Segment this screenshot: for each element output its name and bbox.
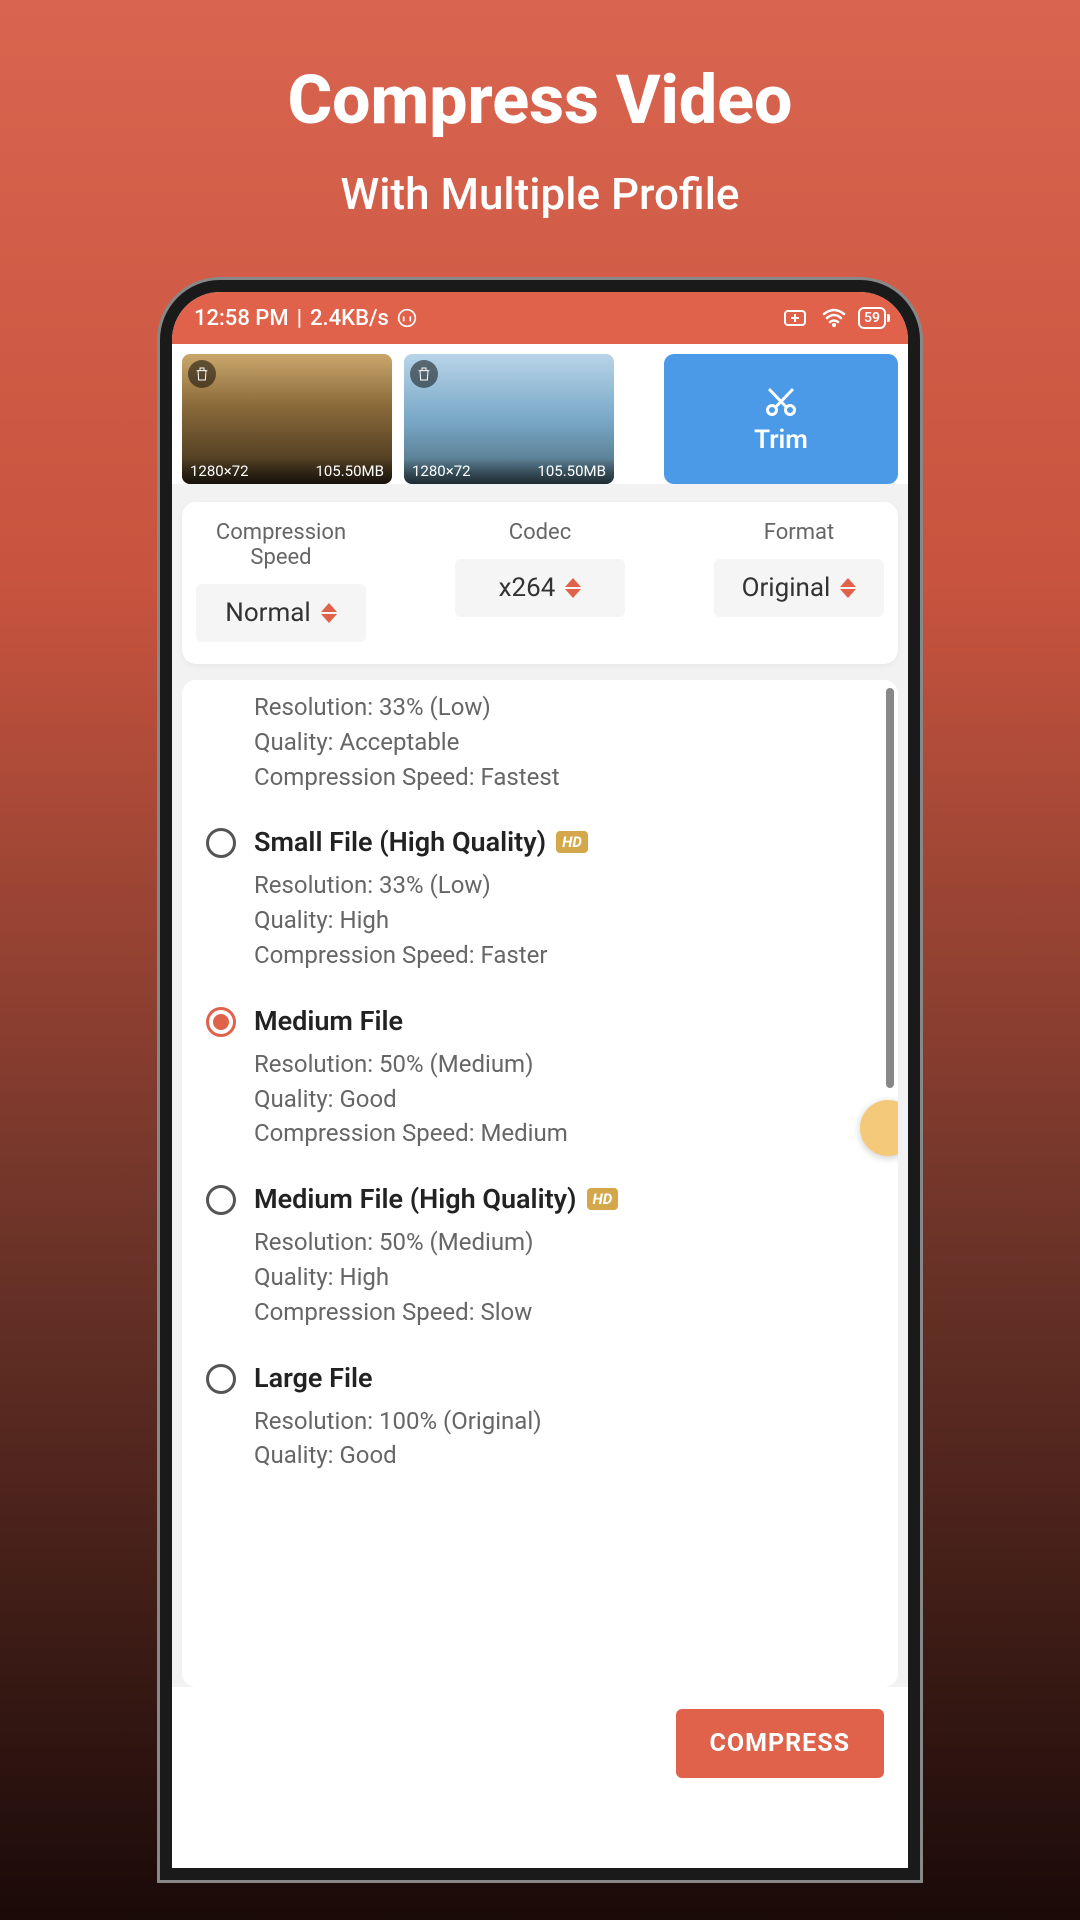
status-divider: | bbox=[297, 306, 302, 331]
trash-icon bbox=[416, 366, 432, 382]
video-thumbnail[interactable]: 1280×72 105.50MB bbox=[182, 354, 392, 484]
video-thumbnail[interactable]: 1280×72 105.50MB bbox=[404, 354, 614, 484]
thumbnail-row: 1280×72 105.50MB 1280×72 105.50MB Trim bbox=[172, 344, 908, 484]
thumb-size: 105.50MB bbox=[537, 462, 606, 480]
profile-title: Large File bbox=[254, 1362, 874, 1394]
trash-icon bbox=[194, 366, 210, 382]
profile-option[interactable]: Medium File (High Quality)HD Resolution: … bbox=[182, 1165, 898, 1343]
headphones-icon bbox=[397, 308, 417, 328]
profile-details: Resolution: 33% (Low)Quality: Acceptable… bbox=[254, 690, 874, 794]
thumb-resolution: 1280×72 bbox=[190, 462, 249, 480]
radio-button[interactable] bbox=[206, 1007, 236, 1037]
profile-option[interactable]: Medium File Resolution: 50% (Medium)Quali… bbox=[182, 987, 898, 1165]
profile-list-card: Resolution: 33% (Low)Quality: Acceptable… bbox=[182, 680, 898, 1687]
screen-record-icon bbox=[784, 308, 810, 328]
profile-details: Resolution: 33% (Low)Quality: HighCompre… bbox=[254, 868, 874, 972]
sort-icon bbox=[321, 603, 337, 623]
promo-title: Compress Video bbox=[288, 60, 793, 140]
profile-title: Medium File bbox=[254, 1005, 874, 1037]
compression-speed-select[interactable]: Normal bbox=[196, 584, 366, 642]
scrollbar[interactable] bbox=[886, 688, 894, 1088]
profile-title: Medium File (High Quality)HD bbox=[254, 1183, 874, 1215]
delete-thumbnail-button[interactable] bbox=[410, 360, 438, 388]
radio-button[interactable] bbox=[206, 1185, 236, 1215]
codec-label: Codec bbox=[509, 520, 571, 545]
battery-icon: 59 bbox=[858, 307, 886, 329]
thumb-size: 105.50MB bbox=[315, 462, 384, 480]
radio-button[interactable] bbox=[206, 828, 236, 858]
profile-details: Resolution: 100% (Original)Quality: Good bbox=[254, 1404, 874, 1474]
delete-thumbnail-button[interactable] bbox=[188, 360, 216, 388]
profile-details: Resolution: 50% (Medium)Quality: GoodCom… bbox=[254, 1047, 874, 1151]
profile-details: Resolution: 50% (Medium)Quality: HighCom… bbox=[254, 1225, 874, 1329]
hd-badge: HD bbox=[556, 831, 588, 853]
scissors-icon bbox=[763, 383, 799, 419]
format-label: Format bbox=[764, 520, 834, 545]
bottom-bar: COMPRESS bbox=[172, 1687, 908, 1868]
profile-option[interactable]: Large File Resolution: 100% (Original)Qua… bbox=[182, 1344, 898, 1488]
status-speed: 2.4KB/s bbox=[310, 306, 389, 331]
promo-subtitle: With Multiple Profile bbox=[340, 168, 739, 220]
profile-title: Small File (High Quality)HD bbox=[254, 826, 874, 858]
status-time: 12:58 PM bbox=[194, 306, 289, 331]
hd-badge: HD bbox=[587, 1188, 619, 1210]
wifi-icon bbox=[822, 308, 846, 328]
phone-frame: 12:58 PM | 2.4KB/s 59 bbox=[160, 280, 920, 1880]
profile-option[interactable]: Resolution: 33% (Low)Quality: Acceptable… bbox=[182, 680, 898, 808]
profile-option[interactable]: Small File (High Quality)HD Resolution: 3… bbox=[182, 808, 898, 986]
sort-icon bbox=[840, 578, 856, 598]
sort-icon bbox=[565, 578, 581, 598]
trim-button[interactable]: Trim bbox=[664, 354, 898, 484]
settings-card: Compression Speed Normal Codec x264 Form… bbox=[182, 502, 898, 664]
codec-select[interactable]: x264 bbox=[455, 559, 625, 617]
trim-label: Trim bbox=[754, 425, 808, 455]
format-select[interactable]: Original bbox=[714, 559, 884, 617]
status-bar: 12:58 PM | 2.4KB/s 59 bbox=[172, 292, 908, 344]
compress-button[interactable]: COMPRESS bbox=[676, 1709, 884, 1778]
compression-speed-label: Compression Speed bbox=[201, 520, 361, 570]
thumb-resolution: 1280×72 bbox=[412, 462, 471, 480]
radio-button[interactable] bbox=[206, 1364, 236, 1394]
